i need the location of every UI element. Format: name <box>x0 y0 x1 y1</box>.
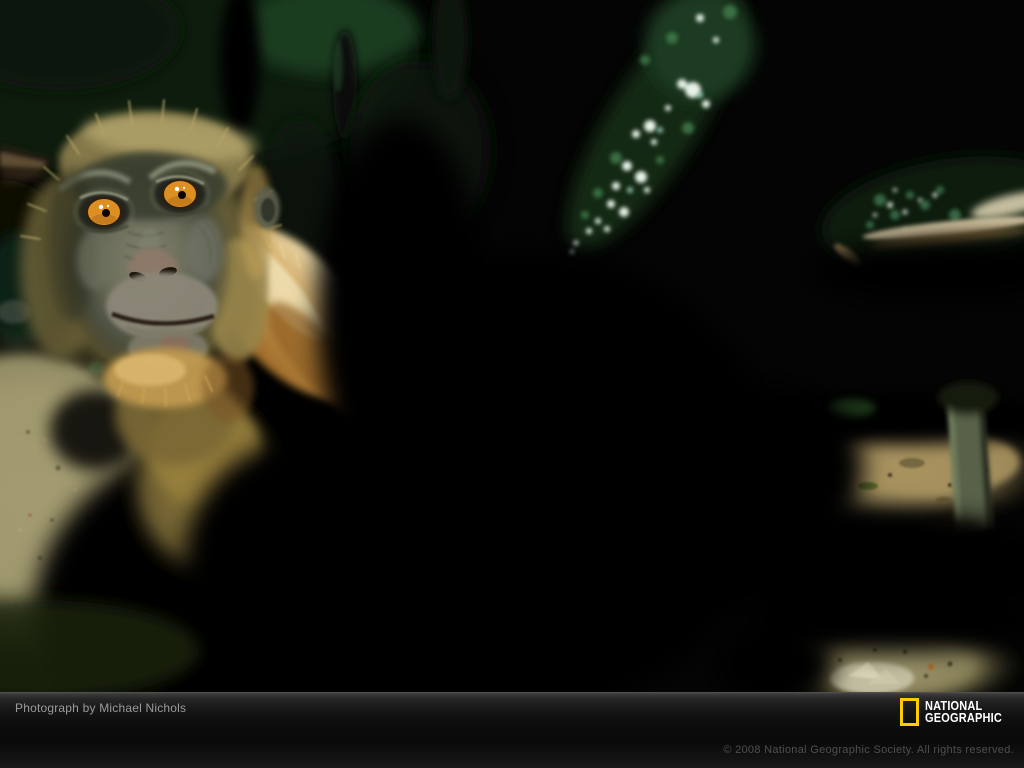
monkey-photo <box>0 0 1024 692</box>
monkey-ear <box>254 187 280 229</box>
natgeo-logo: NATIONAL GEOGRAPHIC <box>899 698 1012 726</box>
caption-bar: Photograph by Michael Nichols NATIONAL G… <box>0 692 1024 768</box>
natgeo-frame-icon <box>899 698 919 726</box>
natgeo-logo-line1: NATIONAL <box>924 698 982 713</box>
copyright-text: © 2008 National Geographic Society. All … <box>723 744 1014 756</box>
natgeo-logo-text: NATIONAL GEOGRAPHIC <box>924 698 1002 725</box>
monkey-eye-left <box>74 188 134 236</box>
natgeo-logo-line2: GEOGRAPHIC <box>924 711 1002 725</box>
monkey-eye-right <box>150 170 210 218</box>
ground-mound <box>715 588 1024 692</box>
wallpaper: Photograph by Michael Nichols NATIONAL G… <box>0 0 1024 768</box>
photo-credit: Photograph by Michael Nichols <box>15 701 187 715</box>
